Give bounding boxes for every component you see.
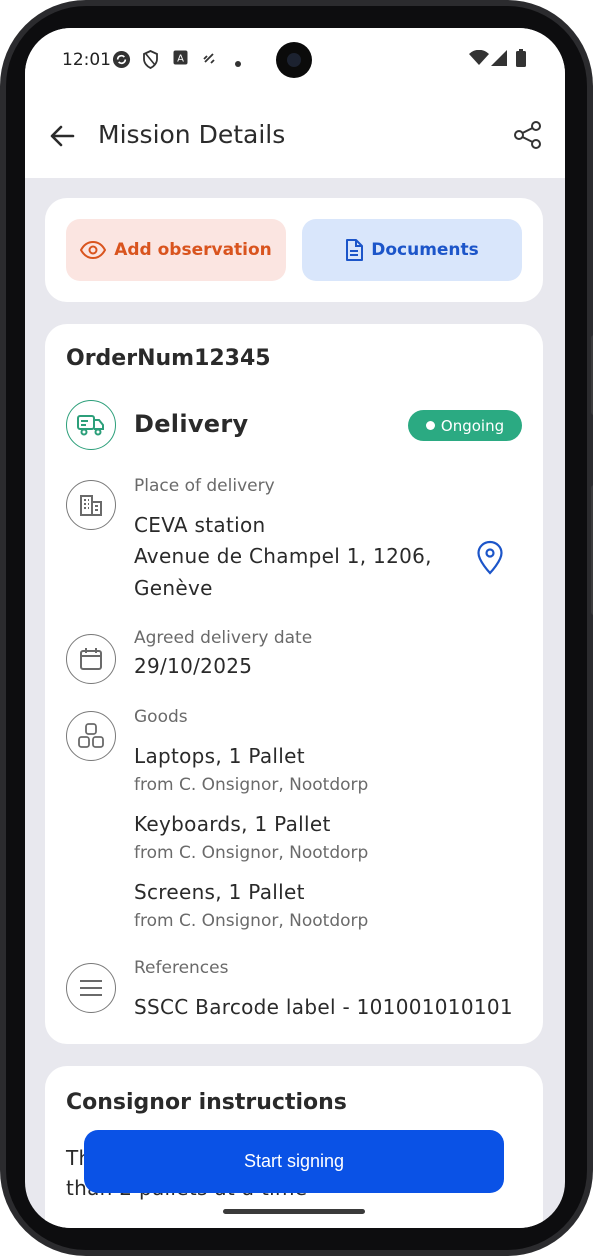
- add-observation-label: Add observation: [114, 240, 272, 260]
- actions-card: Add observation Documents: [45, 198, 543, 302]
- references-value: SSCC Barcode label - 101001010101: [134, 995, 513, 1019]
- eye-icon: [80, 241, 107, 259]
- wifi-icon: [469, 49, 489, 70]
- app-bar: Mission Details: [25, 98, 565, 178]
- mission-card: OrderNum12345 Delivery Ongoing Place of …: [45, 324, 543, 1044]
- link-icon: [202, 50, 216, 70]
- signal-icon: [491, 50, 507, 70]
- page-title: Mission Details: [98, 120, 286, 149]
- document-icon: [346, 239, 364, 261]
- battery-icon: [516, 49, 526, 71]
- status-time: 12:01: [62, 50, 111, 70]
- svg-text:A: A: [177, 54, 184, 65]
- dot-icon: [234, 56, 242, 72]
- goods-item-from: from C. Onsignor, Nootdorp: [134, 775, 369, 795]
- building-icon: [66, 480, 116, 530]
- calendar-icon: [66, 634, 116, 684]
- menu-lines-icon: [66, 963, 116, 1013]
- arrow-back-icon[interactable]: [47, 120, 79, 152]
- status-dot-icon: [425, 421, 435, 430]
- place-name: CEVA station: [134, 513, 266, 537]
- goods-icon: [66, 711, 116, 761]
- front-camera: [276, 42, 312, 78]
- status-badge: Ongoing: [408, 410, 522, 441]
- goods-label: Goods: [134, 707, 188, 727]
- goods-item-name: Laptops, 1 Pallet: [134, 744, 305, 768]
- sync-icon: [112, 50, 131, 73]
- truck-icon: [66, 400, 116, 450]
- goods-item-from: from C. Onsignor, Nootdorp: [134, 843, 369, 863]
- shield-icon: [142, 50, 159, 73]
- references-label: References: [134, 958, 229, 978]
- share-icon[interactable]: [513, 120, 543, 150]
- goods-item-name: Keyboards, 1 Pallet: [134, 812, 331, 836]
- status-bar: 12:01 A: [25, 28, 565, 98]
- place-address-line1: Avenue de Champel 1, 1206,: [134, 544, 432, 568]
- place-label: Place of delivery: [134, 476, 275, 496]
- mission-type: Delivery: [134, 410, 249, 438]
- start-signing-button[interactable]: Start signing: [84, 1130, 504, 1193]
- date-value: 29/10/2025: [134, 654, 253, 678]
- place-address-line2: Genève: [134, 576, 213, 600]
- screen: 12:01 A Mission Details Add observation …: [25, 28, 565, 1228]
- goods-item-name: Screens, 1 Pallet: [134, 880, 305, 904]
- a-icon: A: [173, 50, 188, 69]
- home-indicator[interactable]: [223, 1209, 365, 1214]
- instructions-title: Consignor instructions: [66, 1090, 347, 1115]
- status-label: Ongoing: [440, 416, 505, 435]
- phone-frame: 12:01 A Mission Details Add observation …: [0, 0, 593, 1256]
- add-observation-button[interactable]: Add observation: [66, 219, 286, 281]
- documents-label: Documents: [371, 240, 479, 260]
- map-pin-icon[interactable]: [475, 540, 505, 580]
- order-number: OrderNum12345: [66, 346, 271, 371]
- goods-item-from: from C. Onsignor, Nootdorp: [134, 911, 369, 931]
- documents-button[interactable]: Documents: [302, 219, 522, 281]
- date-label: Agreed delivery date: [134, 628, 313, 648]
